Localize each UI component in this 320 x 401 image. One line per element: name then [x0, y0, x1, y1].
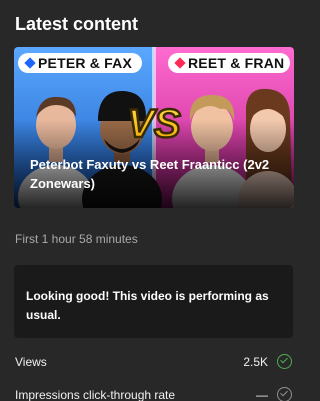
metric-value: 2.5K	[243, 355, 268, 369]
metric-name: Views	[15, 355, 47, 369]
vs-badge: VS	[126, 101, 182, 148]
performance-card: Looking good! This video is performing a…	[14, 265, 293, 338]
performance-message: Looking good! This video is performing a…	[26, 289, 269, 322]
check-circle-icon	[277, 354, 292, 369]
tag-left-label: PETER & FAX	[38, 55, 132, 71]
video-title[interactable]: Peterbot Faxuty vs Reet Fraanticc (2v2 Z…	[30, 155, 280, 193]
check-circle-icon	[277, 387, 292, 401]
tag-right-label: REET & FRAN	[188, 55, 285, 71]
metric-row-ctr[interactable]: Impressions click-through rate —	[15, 386, 294, 401]
published-duration: First 1 hour 58 minutes	[15, 232, 138, 246]
section-title: Latest content	[15, 14, 139, 34]
metric-value: —	[256, 388, 268, 401]
svg-text:VS: VS	[127, 102, 181, 146]
metric-row-views[interactable]: Views 2.5K	[15, 353, 294, 373]
thumbnail-tag-left: PETER & FAX	[18, 53, 142, 73]
thumbnail-tag-right: REET & FRAN	[168, 53, 290, 73]
diamond-icon	[174, 57, 186, 69]
video-thumbnail[interactable]: VS PETER & FAX REET & FRAN Peterbot Faxu…	[14, 47, 294, 208]
diamond-icon	[24, 57, 36, 69]
metric-name: Impressions click-through rate	[15, 388, 176, 401]
